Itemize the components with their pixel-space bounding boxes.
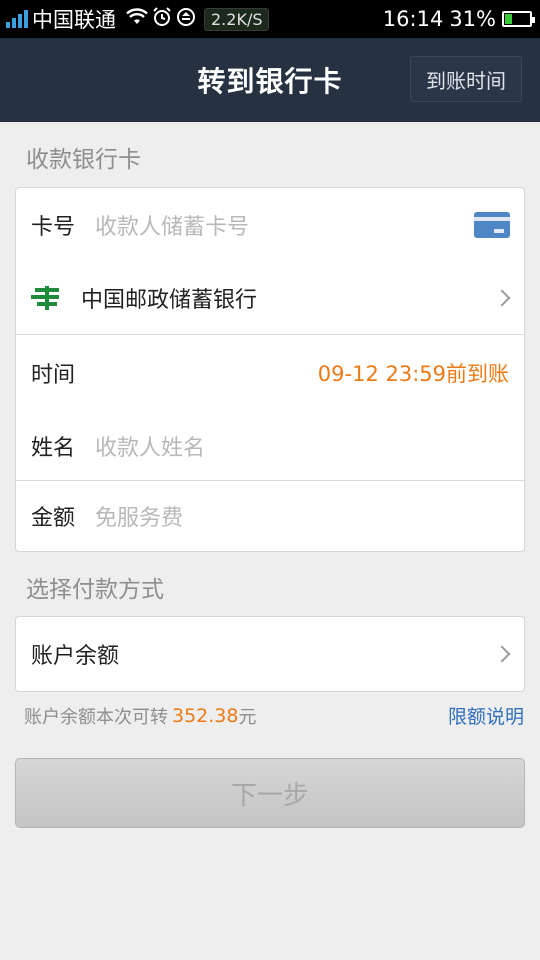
limit-info-link[interactable]: 限额说明: [448, 702, 524, 729]
amount-row[interactable]: 金额 免服务费: [16, 481, 524, 551]
title-bar: 转到银行卡 到账时间: [0, 38, 540, 122]
battery-icon: [502, 11, 535, 27]
chevron-right-icon: [493, 645, 511, 663]
bank-select-row[interactable]: 中国邮政储蓄银行: [16, 262, 524, 334]
arrival-time-value: 09-12 23:59前到账: [317, 362, 509, 386]
payment-method-panel: 账户余额: [15, 616, 525, 692]
bank-name: 中国邮政储蓄银行: [81, 288, 258, 313]
card-number-label: 卡号: [31, 215, 76, 240]
sync-icon: [176, 7, 196, 32]
name-input[interactable]: 收款人姓名: [95, 430, 205, 462]
carrier-name: 中国联通: [32, 8, 116, 32]
bank-card-icon[interactable]: [474, 212, 510, 238]
chevron-right-icon: [493, 289, 511, 307]
next-step-button[interactable]: 下一步: [15, 758, 525, 828]
card-number-row[interactable]: 卡号 收款人储蓄卡号: [16, 188, 524, 262]
name-row[interactable]: 姓名 收款人姓名: [16, 411, 524, 480]
amount-input[interactable]: 免服务费: [95, 500, 183, 532]
alarm-icon: [152, 6, 172, 32]
wifi-icon: [126, 7, 148, 31]
payment-section-label: 选择付款方式: [26, 577, 164, 603]
payment-method-row[interactable]: 账户余额: [16, 617, 524, 691]
time-label: 时间: [31, 363, 76, 388]
balance-info: 账户余额本次可转 352.38 元 限额说明: [24, 702, 524, 729]
net-speed-badge: 2.2K/S: [204, 7, 270, 31]
clock: 16:14: [382, 7, 444, 31]
payment-method-label: 账户余额: [31, 644, 120, 669]
receiving-card-section-label: 收款银行卡: [26, 147, 141, 173]
postal-bank-logo-icon: [31, 284, 61, 312]
time-row: 时间 09-12 23:59前到账: [16, 335, 524, 411]
card-number-input[interactable]: 收款人储蓄卡号: [95, 209, 249, 241]
page-title: 转到银行卡: [197, 65, 343, 98]
amount-label: 金额: [31, 506, 76, 531]
available-amount: 352.38: [172, 704, 239, 727]
balance-info-text: 账户余额本次可转: [24, 706, 168, 728]
name-label: 姓名: [31, 435, 76, 461]
signal-icon: [6, 10, 28, 28]
currency-unit: 元: [238, 706, 257, 728]
card-info-panel: 卡号 收款人储蓄卡号 中国邮政储蓄银行 时间 09-12 23:59前到账 姓名…: [15, 187, 525, 552]
status-bar: 中国联通 2.2K/S 16:14 31%: [0, 0, 540, 38]
battery-percent: 31%: [449, 7, 496, 31]
arrival-time-button[interactable]: 到账时间: [410, 56, 522, 102]
